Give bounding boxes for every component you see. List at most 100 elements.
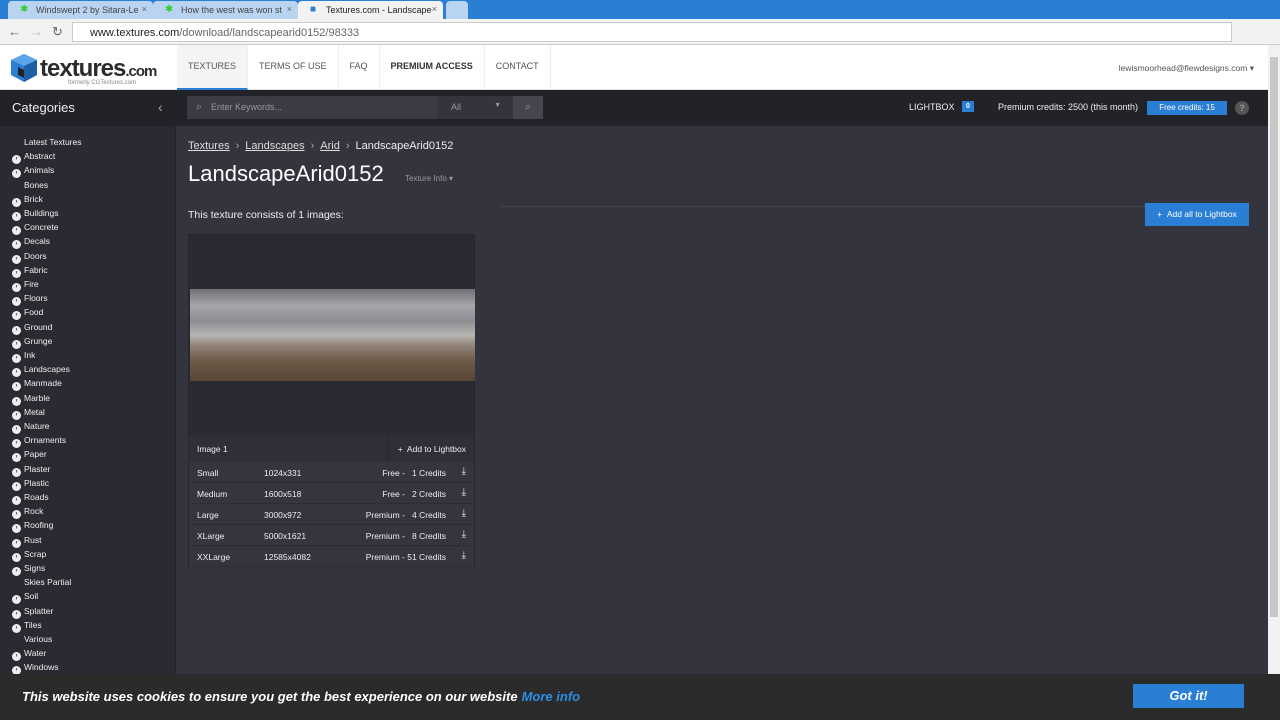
expand-icon[interactable]: ›	[12, 524, 21, 534]
sidebar-item[interactable]: › Ornaments	[12, 435, 66, 449]
expand-icon[interactable]: ›	[12, 283, 21, 292]
sidebar-item[interactable]: › Soil	[12, 591, 38, 605]
expand-icon[interactable]: ›	[12, 496, 21, 505]
expand-icon[interactable]: ›	[12, 382, 21, 392]
expand-icon[interactable]: ›	[12, 212, 21, 221]
expand-icon[interactable]: ›	[12, 652, 21, 662]
sidebar-item[interactable]: › Fabric	[12, 265, 48, 279]
sidebar-item[interactable]: › Metal	[12, 407, 45, 421]
breadcrumb-textures[interactable]: Textures	[188, 140, 230, 152]
expand-icon[interactable]: ›	[12, 439, 21, 449]
expand-icon[interactable]: ›	[12, 567, 21, 576]
menu-premium[interactable]: PREMIUM ACCESS	[380, 45, 485, 90]
search-button[interactable]: ⌕	[513, 96, 543, 119]
sidebar-item[interactable]: › Marble	[12, 393, 50, 407]
expand-icon[interactable]: ›	[12, 552, 21, 562]
back-icon[interactable]: ←	[8, 24, 21, 39]
expand-icon[interactable]: ›	[12, 623, 21, 633]
sidebar-item[interactable]: › Animals	[12, 165, 54, 179]
sidebar-item[interactable]: › Floors	[12, 293, 48, 307]
sidebar-item[interactable]: › Fire	[12, 279, 39, 293]
expand-icon[interactable]: ›	[12, 396, 21, 406]
expand-icon[interactable]: ›	[12, 354, 21, 363]
sidebar-item[interactable]: › Doors	[12, 251, 47, 265]
sidebar-item[interactable]: › Signs	[12, 563, 45, 577]
close-icon[interactable]: ×	[432, 4, 437, 14]
expand-icon[interactable]: ›	[12, 197, 21, 207]
got-it-button[interactable]: Got it!	[1133, 684, 1244, 708]
sidebar-item[interactable]: Skies Partial	[12, 577, 71, 591]
lightbox-link[interactable]: LIGHTBOX	[909, 102, 955, 112]
expand-icon[interactable]: ›	[12, 339, 21, 349]
expand-icon[interactable]: ›	[12, 538, 21, 548]
sidebar-item[interactable]: › Plaster	[12, 464, 50, 478]
sidebar-item[interactable]: › Scrap	[12, 549, 46, 563]
menu-terms[interactable]: TERMS OF USE	[248, 45, 339, 90]
chevron-left-icon[interactable]: ‹	[158, 99, 163, 115]
expand-icon[interactable]: ›	[12, 510, 21, 520]
download-icon[interactable]: ⤓	[462, 550, 466, 561]
sidebar-item[interactable]: › Ground	[12, 322, 52, 336]
menu-contact[interactable]: CONTACT	[485, 45, 551, 90]
sidebar-item[interactable]: › Tiles	[12, 620, 42, 634]
sidebar-item[interactable]: › Roads	[12, 492, 49, 506]
download-icon[interactable]: ⤓	[462, 508, 466, 519]
site-logo[interactable]: textures.com formerly CGTextures.com	[10, 53, 157, 88]
expand-icon[interactable]: ›	[12, 368, 21, 378]
help-icon[interactable]: ?	[1235, 101, 1249, 115]
sidebar-item[interactable]: › Ink	[12, 350, 35, 364]
sidebar-item[interactable]: Bones	[12, 180, 48, 194]
sidebar-item[interactable]: › Nature	[12, 421, 50, 435]
scrollbar-thumb[interactable]	[1270, 57, 1278, 617]
download-icon[interactable]: ⤓	[462, 529, 466, 540]
expand-icon[interactable]: ›	[12, 467, 21, 477]
expand-icon[interactable]: ›	[12, 254, 21, 264]
sidebar-item[interactable]: › Buildings	[12, 208, 59, 222]
add-to-lightbox-button[interactable]: + Add to Lightbox	[386, 435, 474, 462]
expand-icon[interactable]: ›	[12, 226, 21, 236]
sidebar-item[interactable]: › Paper	[12, 449, 47, 463]
breadcrumb-arid[interactable]: Arid	[320, 140, 340, 152]
sidebar-item[interactable]: › Abstract	[12, 151, 55, 165]
download-icon[interactable]: ⤓	[462, 466, 466, 477]
url-input[interactable]: www.textures.com/download/landscapearid0…	[72, 22, 1232, 42]
sidebar-item[interactable]: › Roofing	[12, 520, 53, 534]
sidebar-item[interactable]: › Decals	[12, 236, 50, 250]
expand-icon[interactable]: ›	[12, 240, 21, 250]
sidebar-item[interactable]: › Brick	[12, 194, 43, 208]
browser-tab[interactable]: ✱ Windswept 2 by Sitara-Le ×	[8, 1, 153, 19]
add-all-lightbox-button[interactable]: + Add all to Lightbox	[1145, 203, 1249, 226]
sidebar-item[interactable]: › Rock	[12, 506, 43, 520]
close-icon[interactable]: ×	[142, 4, 147, 14]
expand-icon[interactable]: ›	[12, 268, 21, 278]
sidebar-item[interactable]: › Concrete	[12, 222, 59, 236]
browser-tab-active[interactable]: ■ Textures.com - Landscape ×	[298, 1, 443, 19]
reload-icon[interactable]: ↻	[52, 24, 63, 40]
sidebar-item[interactable]: › Food	[12, 307, 43, 321]
sidebar-item[interactable]: › Landscapes	[12, 364, 70, 378]
sidebar-item[interactable]: › Grunge	[12, 336, 52, 350]
expand-icon[interactable]: ›	[12, 425, 21, 434]
forward-icon[interactable]: →	[30, 24, 43, 39]
new-tab-button[interactable]	[446, 1, 468, 19]
close-icon[interactable]: ×	[287, 4, 292, 14]
expand-icon[interactable]: ›	[12, 155, 21, 165]
sidebar-item[interactable]: › Splatter	[12, 606, 53, 620]
sidebar-item[interactable]: › Manmade	[12, 378, 62, 392]
sidebar-item[interactable]: › Rust	[12, 535, 41, 549]
sidebar-item[interactable]: › Plastic	[12, 478, 49, 492]
more-info-link[interactable]: More info	[522, 689, 581, 704]
sidebar-item[interactable]: Various	[12, 634, 52, 648]
expand-icon[interactable]: ›	[12, 169, 21, 179]
free-credits-button[interactable]: Free credits: 15	[1147, 101, 1227, 115]
user-menu[interactable]: lewismoorhead@flewdesigns.com ▾	[1119, 63, 1254, 74]
search-scope-select[interactable]: All ▼	[437, 96, 513, 119]
expand-icon[interactable]: ›	[12, 609, 21, 619]
expand-icon[interactable]: ›	[12, 297, 21, 307]
sidebar-item[interactable]: › Water	[12, 648, 46, 662]
breadcrumb-landscapes[interactable]: Landscapes	[245, 140, 304, 152]
expand-icon[interactable]: ›	[12, 410, 21, 420]
expand-icon[interactable]: ›	[12, 311, 21, 321]
texture-info-toggle[interactable]: Texture Info ▾	[405, 174, 453, 183]
download-icon[interactable]: ⤓	[462, 487, 466, 498]
